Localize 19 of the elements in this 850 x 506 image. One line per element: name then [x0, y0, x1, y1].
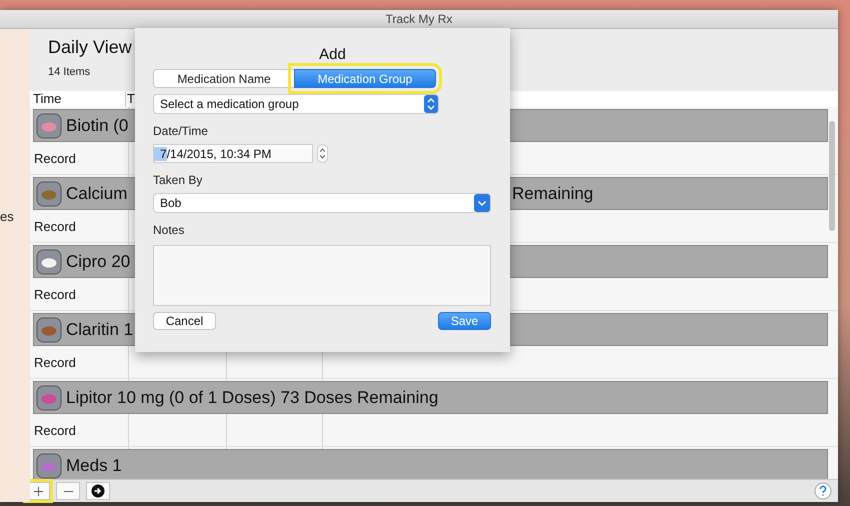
medication-label: Meds 1: [65, 456, 122, 476]
taken-by-label: Taken By: [153, 173, 204, 187]
medication-label: Lipitor 10 mg (0 of 1 Doses) 73 Doses Remaining: [65, 388, 438, 408]
record-label: Record: [34, 286, 76, 302]
item-count: 14 Items: [48, 66, 90, 78]
record-label: Record: [34, 218, 76, 234]
medication-label: Calcium: [65, 184, 128, 204]
record-label: Record: [34, 354, 76, 370]
medication-label: Remaining: [512, 184, 594, 204]
record-label: Record: [34, 150, 76, 166]
window-title: Track My Rx: [386, 12, 452, 26]
medication-label: Biotin (0: [65, 116, 128, 136]
view-title: Daily View: [48, 37, 132, 58]
notes-label: Notes: [153, 223, 186, 237]
dialog-title: Add: [319, 46, 346, 63]
date-label: Date/Time: [153, 124, 209, 138]
medication-label: Cipro 20: [65, 252, 130, 272]
medication-label: Claritin 1: [65, 320, 134, 340]
record-label: Record: [34, 422, 76, 438]
